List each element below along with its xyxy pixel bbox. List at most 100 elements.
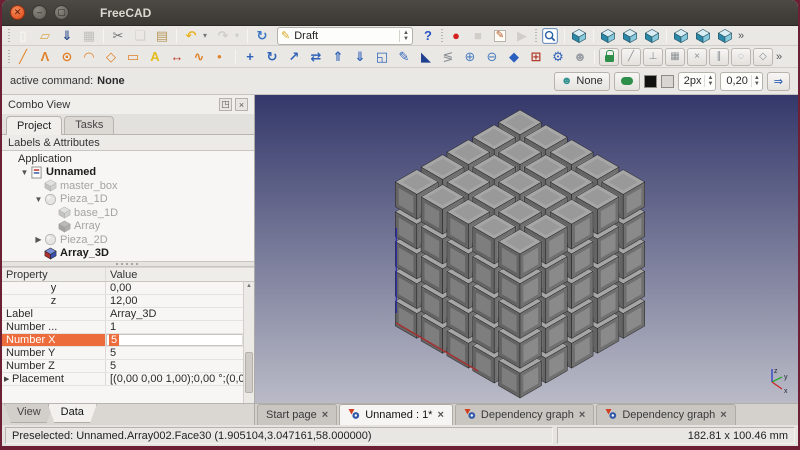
property-scrollbar[interactable]: ▲: [243, 282, 254, 403]
toolbar-grip[interactable]: [535, 29, 537, 43]
property-value[interactable]: [(0,00 0,00 1,00);0,00 °;(0,00 0,00...: [106, 373, 254, 385]
draft-edit-button[interactable]: ✎: [393, 48, 415, 66]
draft-scale-button[interactable]: ◱: [371, 48, 393, 66]
view-top-button[interactable]: [619, 27, 641, 45]
toolbar-grip[interactable]: [8, 29, 10, 43]
property-row-placement[interactable]: ▶Placement[(0,00 0,00 1,00);0,00 °;(0,00…: [2, 373, 254, 386]
draft-move-button[interactable]: +: [239, 48, 261, 66]
whats-this-button[interactable]: ?: [417, 27, 439, 45]
draft-upgrade-button[interactable]: ⇑: [327, 48, 349, 66]
view-left-button[interactable]: [692, 27, 714, 45]
combo-view-tab-project[interactable]: Project: [6, 116, 62, 135]
property-value[interactable]: 1: [106, 321, 254, 333]
tab-close-icon[interactable]: ×: [322, 409, 328, 421]
draft-dimension-button[interactable]: ↔: [166, 48, 188, 66]
tab-close-icon[interactable]: ×: [437, 409, 443, 421]
view-rear-button[interactable]: [670, 27, 692, 45]
draft-utilities-button[interactable]: ☻: [569, 48, 591, 66]
draft-array-button[interactable]: ⊞: [525, 48, 547, 66]
property-value[interactable]: Array_3D: [106, 308, 254, 320]
expander-closed-icon[interactable]: ▶: [34, 235, 43, 244]
draft-downgrade-button[interactable]: ⇓: [349, 48, 371, 66]
combo-view-close-button[interactable]: ×: [235, 98, 248, 111]
property-value[interactable]: 0,00: [106, 282, 254, 294]
view-front-button[interactable]: [597, 27, 619, 45]
snap-intersection-toggle[interactable]: ×: [687, 48, 707, 66]
draft-circle-button[interactable]: ⊙: [56, 48, 78, 66]
open-file-button[interactable]: ▱: [34, 27, 56, 45]
workbench-selector[interactable]: ✎Draft▲▼: [277, 27, 413, 45]
draft-line-button[interactable]: ╱: [12, 48, 34, 66]
snap-special-toggle[interactable]: ◇: [753, 48, 773, 66]
draft-polygon-button[interactable]: ◇: [100, 48, 122, 66]
expander-open-icon[interactable]: ▼: [20, 168, 29, 177]
save-button[interactable]: ⇓: [56, 27, 78, 45]
draft-shape2dview-button[interactable]: ◣: [415, 48, 437, 66]
property-value-editor[interactable]: 5▲▼: [106, 334, 254, 346]
draft-text-button[interactable]: A: [144, 48, 166, 66]
property-name[interactable]: Number X: [2, 334, 106, 346]
tree-item-pieza-2d[interactable]: ▶Pieza_2D: [2, 233, 254, 247]
tree-item-array[interactable]: Array: [2, 220, 254, 234]
3d-viewport[interactable]: zyx: [255, 95, 798, 403]
face-color-swatch[interactable]: [661, 75, 674, 88]
view-axonometric-button[interactable]: [568, 27, 590, 45]
expander-open-icon[interactable]: ▼: [34, 195, 43, 204]
property-row-number-[interactable]: Number ...1: [2, 321, 254, 334]
draft-trimex-button[interactable]: ⇄: [305, 48, 327, 66]
window-minimize-button[interactable]: –: [32, 5, 47, 20]
property-row-number-z[interactable]: Number Z5: [2, 360, 254, 373]
draft-point-button[interactable]: ●: [210, 48, 232, 66]
draft-split-button[interactable]: ≶: [437, 48, 459, 66]
macro-record-button[interactable]: ●: [445, 27, 467, 45]
toolbar-grip[interactable]: [8, 50, 10, 64]
undo-button[interactable]: ↶: [180, 27, 202, 45]
property-row-number-x[interactable]: Number X5▲▼: [2, 334, 254, 347]
cube-array-view[interactable]: zyx: [255, 95, 798, 403]
combo-view-tab-tasks[interactable]: Tasks: [64, 116, 114, 134]
macro-edit-button[interactable]: ✎: [489, 27, 511, 45]
tab-close-icon[interactable]: ×: [579, 409, 585, 421]
view-bottom-button[interactable]: [714, 27, 736, 45]
property-tab-data[interactable]: Data: [48, 404, 97, 423]
paste-button[interactable]: ▤: [151, 27, 173, 45]
mdi-tab-unnamed-1-[interactable]: Unnamed : 1*×: [339, 404, 453, 425]
line-width-spinner[interactable]: 2px ▲▼: [678, 72, 717, 91]
toolbar-file-overflow[interactable]: »: [738, 30, 744, 42]
toolbar-draft-overflow[interactable]: »: [776, 51, 782, 63]
property-name[interactable]: Number Y: [2, 347, 106, 359]
property-row-z[interactable]: z12,00: [2, 295, 254, 308]
property-name[interactable]: Number Z: [2, 360, 106, 372]
snap-parallel-toggle[interactable]: ∥: [709, 48, 729, 66]
tab-close-icon[interactable]: ×: [720, 409, 726, 421]
combo-view-float-button[interactable]: ◳: [219, 98, 232, 111]
spinner-arrows-icon[interactable]: ▲▼: [704, 75, 713, 87]
property-name[interactable]: Label: [2, 308, 106, 320]
draft-wire-button[interactable]: Λ: [34, 48, 56, 66]
snap-extension-toggle[interactable]: ◌: [731, 48, 751, 66]
scroll-up-icon[interactable]: ▲: [244, 283, 254, 289]
draft-delpoint-button[interactable]: ⊖: [481, 48, 503, 66]
property-value[interactable]: 12,00: [106, 295, 254, 307]
property-row-number-y[interactable]: Number Y5: [2, 347, 254, 360]
draft-addpoint-button[interactable]: ⊕: [459, 48, 481, 66]
scrollbar-thumb[interactable]: [245, 352, 253, 393]
combo-spinner-icon[interactable]: ▲▼: [399, 30, 409, 42]
draft-offset-button[interactable]: ↗: [283, 48, 305, 66]
mdi-tab-start-page[interactable]: Start page×: [257, 404, 337, 425]
property-tab-view[interactable]: View: [4, 404, 54, 423]
property-row-label[interactable]: LabelArray_3D: [2, 308, 254, 321]
draft-tosketch-button[interactable]: ◆: [503, 48, 525, 66]
draft-arc-button[interactable]: ◠: [78, 48, 100, 66]
window-maximize-button[interactable]: ▢: [54, 5, 69, 20]
refresh-button[interactable]: ↻: [251, 27, 273, 45]
property-name[interactable]: Number ...: [2, 321, 106, 333]
spinner-arrows-icon[interactable]: ▲▼: [751, 75, 760, 87]
snap-perpendicular-toggle[interactable]: ⊥: [643, 48, 663, 66]
cut-button[interactable]: ✂: [107, 27, 129, 45]
tree-item-unnamed[interactable]: ▼Unnamed: [2, 166, 254, 180]
tree-item-pieza-1d[interactable]: ▼Pieza_1D: [2, 193, 254, 207]
toolbar-grip[interactable]: [441, 29, 443, 43]
fit-all-button[interactable]: [539, 27, 561, 45]
draft-rectangle-button[interactable]: ▭: [122, 48, 144, 66]
